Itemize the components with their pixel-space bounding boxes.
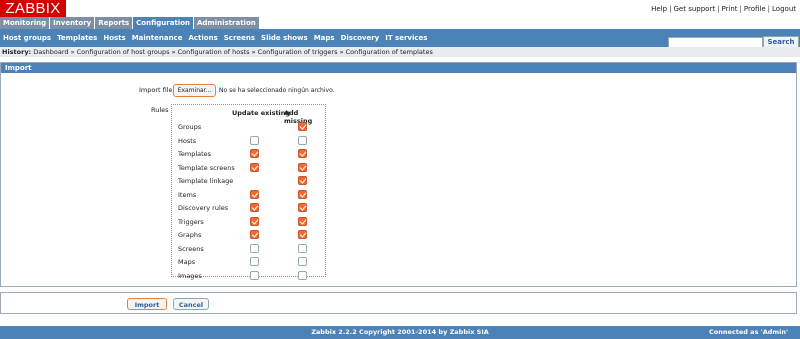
update-existing-checkbox-triggers[interactable] [250,216,259,226]
update-existing-header: Update existing [232,109,291,117]
profile-link[interactable]: Profile [744,5,766,13]
add-missing-checkbox-items[interactable] [298,189,307,199]
separator: | [739,5,742,13]
update-existing-checkbox-discovery-rules[interactable] [250,203,259,212]
sub-menu-hosts[interactable]: Hosts [100,29,128,47]
import-panel: Import Import file Examinar... No se ha … [0,62,797,287]
add-missing-checkbox-triggers[interactable] [298,216,307,226]
separator: | [717,5,720,13]
history-hosts[interactable]: Configuration of hosts [178,48,250,56]
sub-menu-maps[interactable]: Maps [311,29,338,47]
rules-label: Rules [151,106,169,114]
form-buttons: Import Cancel [0,292,797,314]
add-missing-checkbox-graphs[interactable] [298,230,307,239]
rule-name-hosts: Hosts [178,136,197,145]
help-link[interactable]: Help [651,5,667,13]
rule-name-images: Images [178,271,202,280]
history-templates[interactable]: Configuration of templates [346,48,433,56]
update-existing-checkbox-templates[interactable] [250,149,259,158]
sub-menu-host-groups[interactable]: Host groups [0,29,54,47]
logout-link[interactable]: Logout [772,5,796,13]
rule-name-maps: Maps [178,258,196,266]
rule-name-groups: Groups [178,123,202,131]
rule-name-items: Items [178,190,197,199]
update-existing-checkbox-images[interactable] [250,270,259,280]
add-missing-checkbox-screens[interactable] [298,243,307,253]
separator: | [767,5,771,13]
rule-name-template-linkage: Template linkage [178,177,234,185]
zabbix-logo[interactable]: ZABBIX [0,0,66,17]
add-missing-checkbox-images[interactable] [298,270,307,280]
history-host-groups[interactable]: Configuration of host groups [77,48,170,56]
rule-name-triggers: Triggers [178,217,204,226]
main-menu-configuration[interactable]: Configuration [133,17,193,29]
main-menu-reports[interactable]: Reports [95,17,133,29]
sub-menu-slide-shows[interactable]: Slide shows [258,29,311,47]
main-menu-inventory[interactable]: Inventory [50,17,95,29]
rule-name-templates: Templates [178,150,212,158]
main-menu-monitoring[interactable]: Monitoring [0,17,50,29]
add-missing-checkbox-maps[interactable] [298,257,307,266]
add-missing-checkbox-discovery-rules[interactable] [298,203,307,212]
print-link[interactable]: Print [721,5,737,13]
copyright-text: Zabbix 2.2.2 Copyright 2001-2014 by Zabb… [311,328,489,336]
history-label: History: [2,48,32,56]
browse-file-button[interactable]: Examinar... [173,84,216,97]
update-existing-checkbox-graphs[interactable] [250,230,259,239]
rule-name-discovery-rules: Discovery rules [178,204,229,212]
history-dashboard[interactable]: Dashboard [33,48,68,56]
main-menu: Monitoring Inventory Reports Configurati… [0,17,260,29]
rule-name-template-screens: Template screens [178,163,235,172]
sub-menu-screens[interactable]: Screens [221,29,258,47]
history-separator: » [70,48,75,56]
cancel-button[interactable]: Cancel [173,298,209,310]
history-separator: » [251,48,256,56]
sub-menu-actions[interactable]: Actions [185,29,220,47]
file-status-text: No se ha seleccionado ningún archivo. [219,87,335,94]
panel-title: Import [1,63,796,73]
history-separator: » [339,48,344,56]
sub-menu-maintenance[interactable]: Maintenance [129,29,186,47]
sub-menu-templates[interactable]: Templates [54,29,100,47]
update-existing-checkbox-maps[interactable] [250,257,259,266]
sub-menu-discovery[interactable]: Discovery [338,29,383,47]
add-missing-checkbox-template-linkage[interactable] [298,176,307,185]
import-button[interactable]: Import [127,298,167,310]
rule-name-screens: Screens [178,244,204,253]
get-support-link[interactable]: Get support [674,5,716,13]
update-existing-checkbox-template-screens[interactable] [250,162,259,172]
add-missing-checkbox-template-screens[interactable] [298,162,307,172]
sub-menu-it-services[interactable]: IT services [382,29,430,47]
breadcrumb: History: Dashboard » Configuration of ho… [0,47,800,57]
add-missing-checkbox-hosts[interactable] [298,135,307,145]
separator: | [669,5,672,13]
add-missing-checkbox-templates[interactable] [298,149,307,158]
update-existing-checkbox-items[interactable] [250,189,259,199]
status-bar: Zabbix 2.2.2 Copyright 2001-2014 by Zabb… [0,326,800,339]
rule-name-graphs: Graphs [178,231,202,239]
top-links: Help | Get support | Print | Profile | Logout [651,5,796,13]
main-menu-administration[interactable]: Administration [194,17,259,29]
add-missing-checkbox-groups[interactable] [298,122,307,131]
history-triggers[interactable]: Configuration of triggers [258,48,338,56]
connected-as-text: Connected as 'Admin' [709,328,788,336]
rules-table: Update existing Add missing Groups Hosts T… [171,104,326,280]
history-separator: » [171,48,176,56]
update-existing-checkbox-screens[interactable] [250,243,259,253]
import-file-label: Import file [139,86,173,94]
update-existing-checkbox-hosts[interactable] [250,135,259,145]
